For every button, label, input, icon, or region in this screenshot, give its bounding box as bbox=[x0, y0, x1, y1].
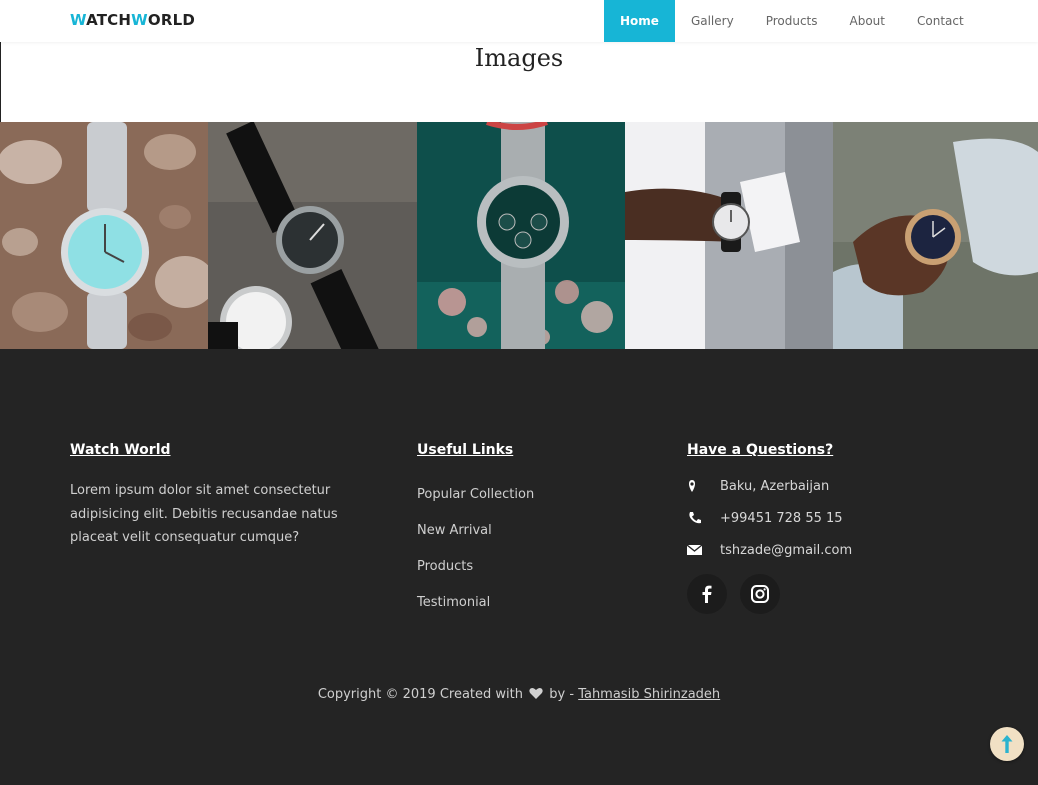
site-footer: Watch World Lorem ipsum dolor sit amet c… bbox=[0, 349, 1038, 785]
section-title: Images bbox=[474, 44, 564, 72]
copyright: Copyright © 2019 Created with by - Tahma… bbox=[0, 687, 1038, 704]
footer-link-popular-collection[interactable]: Popular Collection bbox=[417, 487, 534, 523]
gallery-image-4[interactable] bbox=[625, 122, 833, 349]
site-logo[interactable]: WATCHWORLD bbox=[70, 11, 195, 29]
footer-contact-title: Have a Questions? bbox=[687, 442, 834, 458]
logo-text: ATCH bbox=[86, 11, 132, 29]
arrow-up-icon bbox=[1001, 735, 1013, 753]
back-to-top-button[interactable] bbox=[990, 727, 1024, 761]
navbar: WATCHWORLD Home Gallery Products About C… bbox=[0, 0, 1038, 42]
heart-icon bbox=[529, 687, 543, 704]
footer-link-products[interactable]: Products bbox=[417, 559, 534, 595]
envelope-icon bbox=[686, 543, 703, 559]
footer-about-title: Watch World bbox=[70, 442, 171, 458]
instagram-button[interactable] bbox=[740, 574, 780, 614]
phone-icon bbox=[687, 511, 703, 527]
nav-about[interactable]: About bbox=[834, 0, 901, 42]
contact-email-text: tshzade@gmail.com bbox=[720, 543, 853, 558]
nav-products[interactable]: Products bbox=[750, 0, 834, 42]
footer-about-text: Lorem ipsum dolor sit amet consectetur a… bbox=[70, 483, 338, 545]
facebook-icon bbox=[702, 585, 712, 603]
image-gallery bbox=[0, 122, 1038, 349]
map-marker-icon bbox=[687, 479, 703, 495]
copyright-by: by - bbox=[549, 687, 575, 702]
author-link[interactable]: Tahmasib Shirinzadeh bbox=[578, 687, 720, 702]
contact-address-text: Baku, Azerbaijan bbox=[720, 479, 830, 494]
copyright-prefix: Copyright © 2019 Created with bbox=[317, 687, 523, 702]
footer-link-new-arrival[interactable]: New Arrival bbox=[417, 523, 534, 559]
logo-letter: W bbox=[131, 11, 148, 29]
main-nav: Home Gallery Products About Contact bbox=[604, 0, 980, 42]
nav-gallery[interactable]: Gallery bbox=[675, 0, 750, 42]
logo-text: ORLD bbox=[147, 11, 195, 29]
gallery-image-5[interactable] bbox=[833, 122, 1038, 349]
logo-letter: W bbox=[70, 11, 87, 29]
footer-link-testimonial[interactable]: Testimonial bbox=[417, 595, 534, 631]
gallery-image-3[interactable] bbox=[417, 122, 625, 349]
gallery-image-2[interactable] bbox=[208, 122, 417, 349]
nav-contact[interactable]: Contact bbox=[901, 0, 980, 42]
gallery-image-1[interactable] bbox=[0, 122, 208, 349]
instagram-icon bbox=[751, 585, 769, 603]
nav-home[interactable]: Home bbox=[604, 0, 675, 42]
footer-links-list: Popular Collection New Arrival Products … bbox=[417, 487, 534, 631]
footer-links-title: Useful Links bbox=[417, 442, 514, 458]
facebook-button[interactable] bbox=[687, 574, 727, 614]
contact-phone-text: +99451 728 55 15 bbox=[720, 511, 843, 526]
